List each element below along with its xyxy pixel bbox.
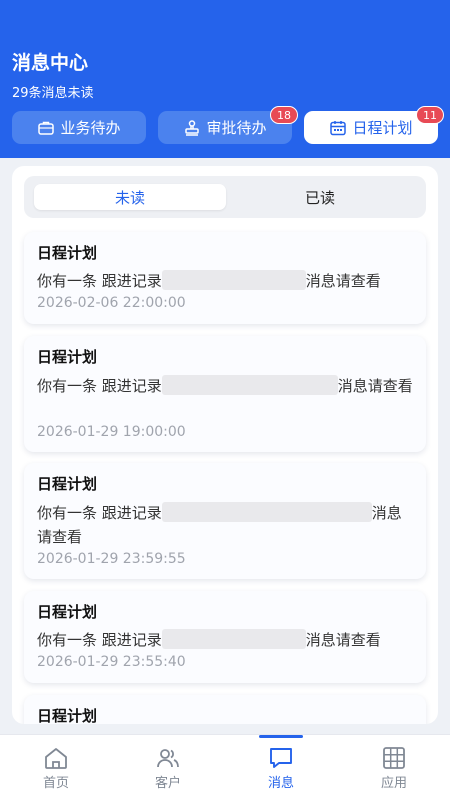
nav-label: 首页 <box>42 775 69 791</box>
message-text: 你有一条 跟进记录 <box>37 631 162 649</box>
tab-label: 日程计划 <box>352 119 413 137</box>
message-title: 日程计划 <box>37 707 98 724</box>
message-card[interactable]: 日程计划 你有一条 跟进记录 消息请查看 2026-01-29 23:59:55 <box>24 463 426 579</box>
tab-label: 审批待办 <box>206 119 267 137</box>
nav-customers[interactable]: 客户 <box>112 735 224 800</box>
home-icon <box>45 747 67 769</box>
stamp-icon <box>185 119 200 136</box>
tab-label: 业务待办 <box>60 119 121 137</box>
message-time: 2026-02-06 22:00:00 <box>37 295 186 311</box>
message-panel: 未读 已读 日程计划 你有一条 跟进记录 消息请查看 2026-02-06 22:… <box>12 166 438 724</box>
message-time: 2026-01-29 23:59:55 <box>37 551 186 567</box>
redacted-block <box>161 502 372 522</box>
calendar-icon <box>330 120 347 135</box>
message-body: 你有一条 跟进记录 消息请查看 <box>37 501 415 549</box>
message-text: 你有一条 跟进记录 <box>37 272 162 290</box>
message-title: 日程计划 <box>37 475 98 493</box>
nav-apps[interactable]: 应用 <box>338 735 450 800</box>
tab-schedule-plan[interactable]: 日程计划 11 <box>304 106 444 144</box>
message-body: 你有一条 跟进记录 消息请查看 <box>37 629 415 651</box>
tab-business-todo[interactable]: 业务待办 <box>12 111 146 144</box>
redacted-block <box>161 375 338 395</box>
read-filter-segment: 未读 已读 <box>24 176 426 218</box>
segment-unread[interactable]: 未读 <box>34 184 226 210</box>
segment-read[interactable]: 已读 <box>224 184 416 210</box>
nav-home[interactable]: 首页 <box>0 735 112 800</box>
message-text: 消息请查看 <box>337 377 413 395</box>
badge-count: 18 <box>270 106 298 124</box>
message-icon <box>270 747 292 768</box>
message-time: 2026-01-29 19:00:00 <box>37 424 186 440</box>
users-icon <box>157 748 179 767</box>
message-card[interactable]: 日程计划 你有一条 跟进记录 消息请查看 2026-01-29 19:00:00 <box>24 336 426 452</box>
message-body: 你有一条 跟进记录 消息请查看 <box>37 374 415 398</box>
nav-messages[interactable]: 消息 <box>225 735 337 800</box>
message-card[interactable]: 日程计划 你有一条 跟进记录 消息请查看 2026-02-06 22:00:00 <box>24 232 426 324</box>
message-title: 日程计划 <box>37 348 98 366</box>
redacted-block <box>161 270 306 290</box>
tab-approval-todo[interactable]: 审批待办 18 <box>158 106 298 144</box>
page-title: 消息中心 <box>12 52 89 74</box>
header: 消息中心 29条消息未读 业务待办 审批待办 18 日程计划 11 <box>0 0 450 158</box>
message-title: 日程计划 <box>37 244 98 262</box>
message-time: 2026-01-29 23:55:40 <box>37 654 186 670</box>
grid-icon <box>383 746 405 769</box>
bottom-nav: 首页 客户 消息 应用 <box>0 734 450 800</box>
nav-label: 客户 <box>154 775 181 791</box>
badge-count: 11 <box>416 106 444 124</box>
message-card[interactable]: 日程计划 <box>24 695 426 724</box>
message-text: 消息请查看 <box>305 631 381 649</box>
redacted-block <box>161 629 306 649</box>
message-text: 消息请查看 <box>305 272 381 290</box>
message-text: 你有一条 跟进记录 <box>37 377 162 395</box>
nav-label: 消息 <box>267 775 294 791</box>
briefcase-icon <box>38 121 55 135</box>
message-card[interactable]: 日程计划 你有一条 跟进记录 消息请查看 2026-01-29 23:55:40 <box>24 591 426 683</box>
message-title: 日程计划 <box>37 603 98 621</box>
nav-label: 应用 <box>380 775 407 791</box>
unread-count: 29条消息未读 <box>12 86 94 101</box>
message-text: 你有一条 跟进记录 <box>37 504 162 522</box>
message-body: 你有一条 跟进记录 消息请查看 <box>37 270 415 292</box>
